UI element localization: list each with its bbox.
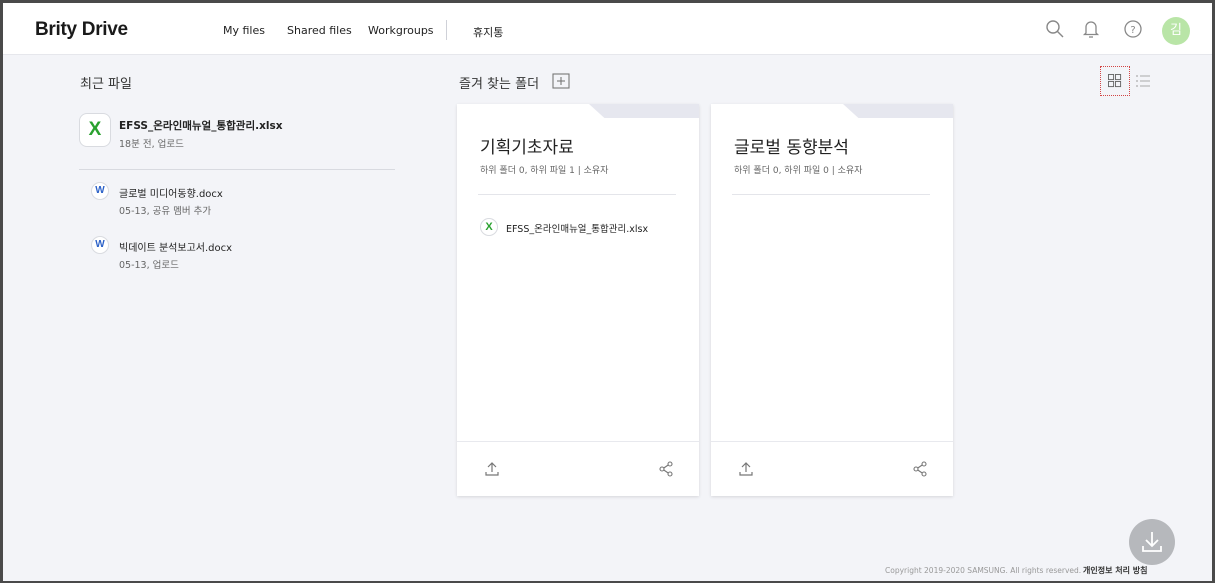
recent-file-name[interactable]: 빅데이트 분석보고서.docx (119, 239, 232, 254)
share-icon[interactable] (911, 460, 929, 478)
folder-title[interactable]: 글로벌 동향분석 (734, 133, 849, 158)
folder-card[interactable]: 기획기초자료 하위 폴더 0, 하위 파일 1 | 소유자 X EFSS_온라인… (457, 104, 699, 496)
recent-file-name[interactable]: EFSS_온라인매뉴얼_통합관리.xlsx (119, 118, 282, 133)
top-header: Brity Drive My files Shared files Workgr… (3, 3, 1212, 55)
download-icon (1142, 532, 1162, 552)
recent-divider (79, 169, 395, 170)
folder-file-name[interactable]: EFSS_온라인매뉴얼_통합관리.xlsx (506, 221, 648, 235)
card-divider (478, 194, 676, 195)
recent-file-meta: 05-13, 업로드 (119, 260, 179, 271)
nav-trash[interactable]: 휴지통 (473, 24, 503, 40)
user-avatar[interactable]: 김 (1162, 17, 1190, 45)
nav-workgroups[interactable]: Workgroups (368, 24, 434, 37)
folder-title[interactable]: 기획기초자료 (480, 133, 574, 158)
copyright-text: Copyright 2019-2020 SAMSUNG. All rights … (885, 566, 1082, 575)
excel-file-icon: X (79, 113, 111, 147)
nav-shared-files[interactable]: Shared files (287, 24, 352, 37)
share-icon[interactable] (657, 460, 675, 478)
folder-meta: 하위 폴더 0, 하위 파일 0 | 소유자 (734, 166, 863, 176)
download-button[interactable] (1129, 519, 1175, 565)
folder-meta: 하위 폴더 0, 하위 파일 1 | 소유자 (480, 166, 609, 176)
list-view-icon[interactable] (1134, 72, 1152, 90)
search-icon[interactable] (1044, 18, 1066, 40)
nav-separator (446, 20, 447, 40)
add-folder-icon[interactable] (552, 73, 570, 89)
card-footer (457, 441, 699, 496)
grid-view-icon (1108, 74, 1122, 88)
nav-my-files[interactable]: My files (223, 24, 265, 37)
upload-icon[interactable] (737, 460, 755, 478)
brity-drive-logo[interactable]: Brity Drive (35, 19, 128, 41)
word-file-icon: W (91, 182, 109, 200)
recent-file-meta: 18분 전, 업로드 (119, 139, 184, 150)
privacy-policy-link[interactable]: 개인정보 처리 방침 (1083, 565, 1147, 576)
help-icon[interactable]: ? (1122, 18, 1144, 40)
grid-view-toggle[interactable] (1100, 66, 1130, 96)
recent-files-title: 최근 파일 (80, 77, 132, 92)
recent-file-name[interactable]: 글로벌 미디어동향.docx (119, 185, 223, 200)
bell-icon[interactable] (1080, 18, 1102, 40)
card-tab (589, 104, 699, 118)
card-footer (711, 441, 953, 496)
recent-file-meta: 05-13, 공유 멤버 추가 (119, 206, 212, 217)
card-divider (732, 194, 930, 195)
upload-icon[interactable] (483, 460, 501, 478)
favorite-folders-title: 즐겨 찾는 폴더 (459, 77, 540, 92)
folder-card[interactable]: 글로벌 동향분석 하위 폴더 0, 하위 파일 0 | 소유자 (711, 104, 953, 496)
app-window: Brity Drive My files Shared files Workgr… (0, 0, 1215, 583)
word-file-icon: W (91, 236, 109, 254)
svg-text:?: ? (1130, 25, 1135, 36)
excel-file-icon: X (480, 218, 498, 236)
card-tab (843, 104, 953, 118)
